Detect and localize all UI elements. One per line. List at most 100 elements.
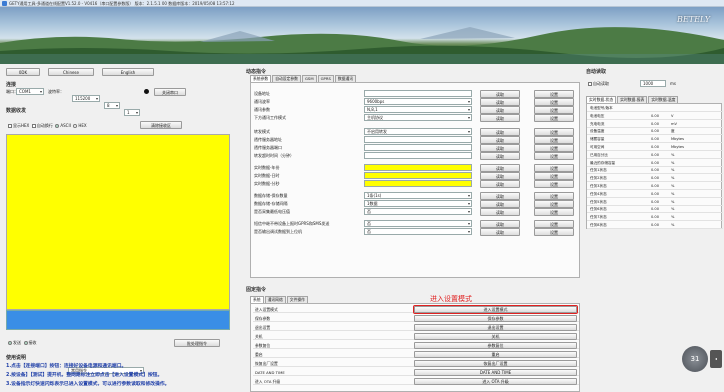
param-select[interactable]: 主机协议	[364, 114, 472, 121]
set-button[interactable]: 设置	[534, 128, 574, 136]
read-button[interactable]: 读取	[480, 180, 520, 188]
lang-button-chinese[interactable]: Chinese	[48, 68, 94, 76]
read-button[interactable]: 读取	[480, 164, 520, 172]
set-button[interactable]: 设置	[534, 200, 574, 208]
send-area[interactable]	[6, 310, 230, 330]
fixed-command-button[interactable]: 关机	[414, 333, 577, 340]
param-row: 转发超时时间（分钟） 读取 设置	[254, 152, 584, 160]
set-button[interactable]: 设置	[534, 152, 574, 160]
read-button[interactable]: 读取	[480, 228, 520, 236]
fixed-command-row: 退出设置 退出设置	[253, 324, 579, 331]
tab-realtime-temp[interactable]: 实时数据-温度	[648, 96, 679, 103]
set-button[interactable]: 设置	[534, 136, 574, 144]
interval-input[interactable]: 1000	[640, 80, 666, 87]
autoline-checkbox[interactable]	[31, 124, 36, 128]
param-select[interactable]: 否	[364, 208, 472, 215]
set-button[interactable]: 设置	[534, 106, 574, 114]
tab-auto-params[interactable]: 自动设定参数	[272, 75, 301, 82]
speed-widget[interactable]: 31	[682, 346, 708, 372]
fixed-command-button[interactable]: 进入 OTA 升级	[414, 378, 577, 385]
fixed-command-label: 重启	[255, 352, 263, 357]
param-input[interactable]	[364, 152, 472, 159]
param-select[interactable]: N,8,1	[364, 106, 472, 113]
databits-select[interactable]: 8	[104, 102, 120, 109]
param-select[interactable]: 不启用转发	[364, 128, 472, 135]
hex-radio[interactable]	[73, 124, 78, 128]
receive-area[interactable]	[6, 134, 230, 310]
read-button[interactable]: 读取	[480, 220, 520, 228]
fixed-command-button[interactable]: DATE AND TIME	[414, 369, 577, 376]
lang-button-0dk[interactable]: 0DK	[6, 68, 40, 76]
set-button[interactable]: 设置	[534, 98, 574, 106]
tab-gsm[interactable]: GSM	[301, 75, 317, 82]
set-button[interactable]: 设置	[534, 180, 574, 188]
tab-gprs[interactable]: GPRS	[317, 75, 334, 82]
stopbits-select[interactable]: 1	[124, 109, 140, 116]
param-row: 数据存储-保存数量 1条(1s) 读取 设置	[254, 192, 584, 200]
read-button[interactable]: 读取	[480, 90, 520, 98]
read-button[interactable]: 读取	[480, 152, 520, 160]
baud-select[interactable]: 115200	[72, 95, 100, 102]
read-button[interactable]: 读取	[480, 98, 520, 106]
param-select[interactable]: 1条(1s)	[364, 192, 472, 199]
param-select[interactable]: 1数据	[364, 200, 472, 207]
read-button[interactable]: 读取	[480, 136, 520, 144]
send-radio[interactable]	[8, 341, 12, 345]
tab-realtime-report[interactable]: 实时数据-报表	[617, 96, 648, 103]
tab-realtime-status[interactable]: 实时数据-状态	[586, 96, 617, 103]
read-button[interactable]: 读取	[480, 144, 520, 152]
set-button[interactable]: 设置	[534, 90, 574, 98]
recv-radio[interactable]	[23, 341, 28, 345]
read-button[interactable]: 读取	[480, 128, 520, 136]
param-input[interactable]	[364, 90, 472, 97]
param-input[interactable]	[364, 144, 472, 151]
hex-checkbox[interactable]	[8, 124, 12, 128]
send-options: 发送 接收	[8, 339, 37, 346]
read-button[interactable]: 读取	[480, 192, 520, 200]
param-select[interactable]: 否	[364, 228, 472, 235]
batch-send-button[interactable]: 批处理指令	[174, 339, 220, 347]
side-widget-icon[interactable]: ◂	[710, 350, 722, 368]
param-select[interactable]: 否	[364, 220, 472, 227]
close-port-button[interactable]: 关闭串口	[154, 88, 186, 96]
port-select[interactable]: COM1	[16, 88, 44, 95]
param-row: 透传服务器地址 读取 设置	[254, 136, 584, 144]
set-button[interactable]: 设置	[534, 228, 574, 236]
read-button[interactable]: 读取	[480, 114, 520, 122]
set-button[interactable]: 设置	[534, 172, 574, 180]
set-button[interactable]: 设置	[534, 192, 574, 200]
realtime-row: 任务2状态 0.00%	[587, 175, 723, 183]
param-label: 透传服务器端口	[254, 145, 282, 150]
param-select[interactable]: 9600bps	[364, 98, 472, 105]
auto-read-checkbox[interactable]	[588, 82, 592, 86]
read-button[interactable]: 读取	[480, 208, 520, 216]
tab-system[interactable]: 系统	[250, 296, 264, 303]
read-button[interactable]: 读取	[480, 172, 520, 180]
lang-button-english[interactable]: English	[102, 68, 154, 76]
tab-file-ops[interactable]: 文件操作	[286, 296, 308, 303]
set-button[interactable]: 设置	[534, 220, 574, 228]
fixed-command-button[interactable]: 退出设置	[414, 324, 577, 331]
fixed-command-button[interactable]: 保存参数	[414, 315, 577, 322]
clear-receive-button[interactable]: 清除接收区	[140, 121, 182, 129]
tab-network[interactable]: 通讯网络	[264, 296, 286, 303]
fixed-command-button[interactable]: 进入设置模式	[413, 305, 578, 314]
fixed-command-button[interactable]: 重启	[414, 351, 577, 358]
set-button[interactable]: 设置	[534, 114, 574, 122]
read-button[interactable]: 读取	[480, 106, 520, 114]
realtime-name: 任务2状态	[590, 176, 607, 181]
fixed-command-button[interactable]: 参数复位	[414, 342, 577, 349]
set-button[interactable]: 设置	[534, 144, 574, 152]
set-button[interactable]: 设置	[534, 164, 574, 172]
ascii-radio[interactable]	[55, 124, 60, 128]
tab-system-params[interactable]: 系统参数	[250, 75, 272, 82]
param-input[interactable]	[364, 164, 472, 171]
fixed-command-button[interactable]: 恢复出厂设置	[414, 360, 577, 367]
read-button[interactable]: 读取	[480, 200, 520, 208]
param-input[interactable]	[364, 136, 472, 143]
set-button[interactable]: 设置	[534, 208, 574, 216]
param-input[interactable]	[364, 180, 472, 187]
param-input[interactable]	[364, 172, 472, 179]
realtime-unit: %	[671, 223, 675, 227]
tab-data-comm[interactable]: 数据通讯	[334, 75, 357, 82]
